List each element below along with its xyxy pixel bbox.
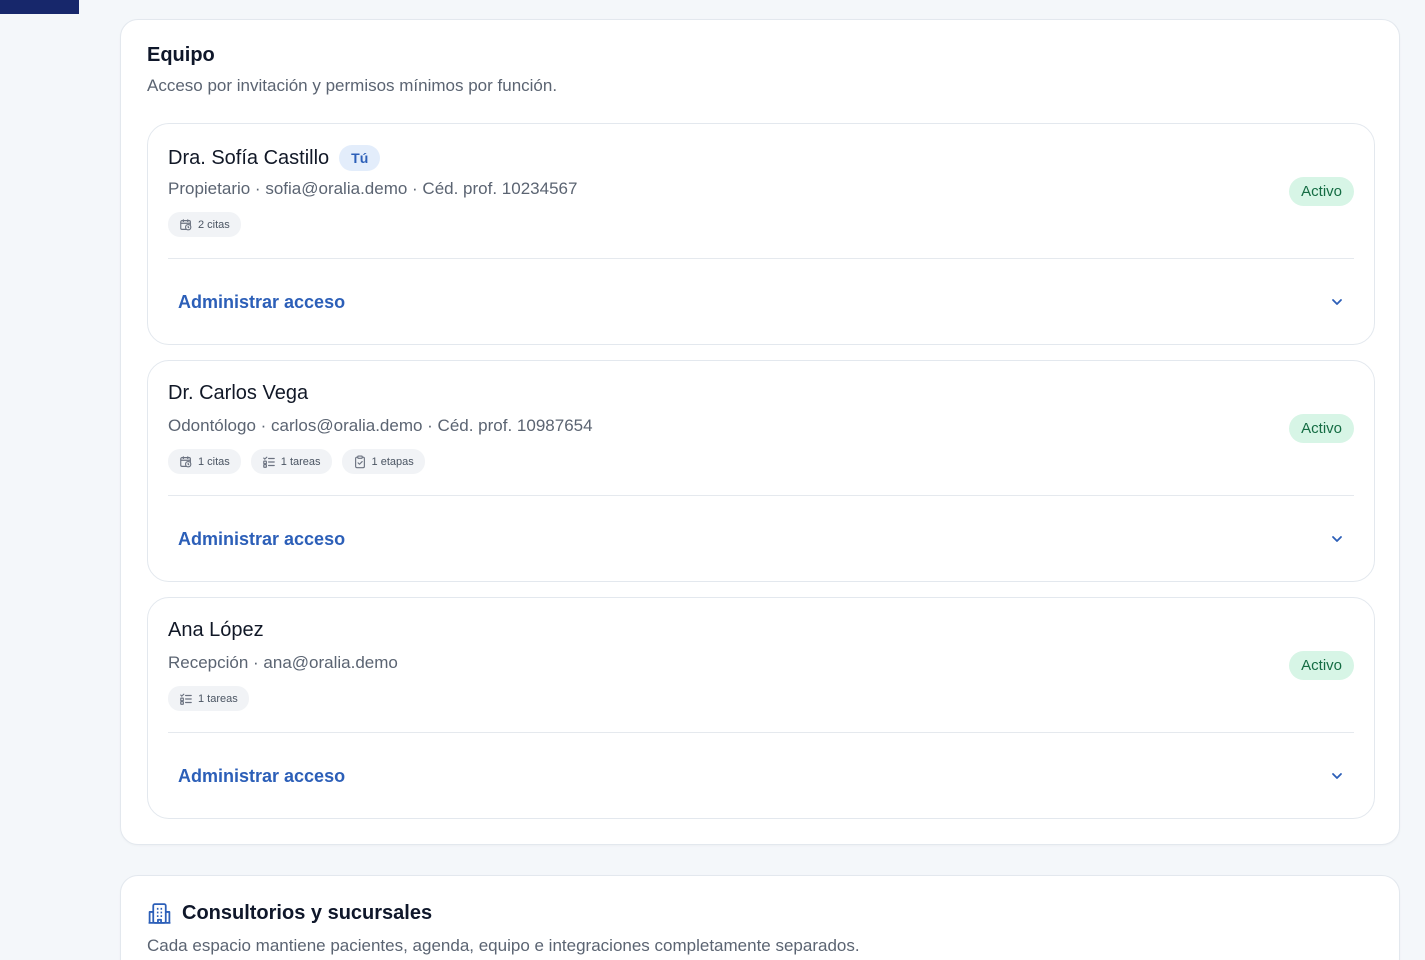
status-badge: Activo [1289,651,1354,680]
member-stats: 1 tareas [168,686,249,711]
chip-label: 1 tareas [280,455,321,468]
calendar-clock-icon [180,455,192,467]
member-name-row: Ana López [168,619,264,642]
tasks-chip: 1 tareas [168,686,249,711]
team-panel: Equipo Acceso por invitación y permisos … [120,19,1400,845]
offices-title: Consultorios y sucursales [182,902,433,924]
sidebar-edge [0,0,79,14]
member-name: Ana López [168,619,264,641]
list-check-icon [262,456,275,468]
offices-panel: Consultorios y sucursales Cada espacio m… [120,875,1400,960]
member-card: Dr. Carlos Vega Odontólogo · carlos@oral… [147,360,1375,582]
chevron-down-icon [1330,532,1344,546]
appointments-chip: 1 citas [168,449,241,474]
chip-label: 1 citas [198,455,230,468]
member-meta: Odontólogo · carlos@oralia.demo · Céd. p… [168,416,593,435]
member-name-row: Dra. Sofía Castillo Tú [168,145,381,171]
manage-access-toggle[interactable]: Administrar acceso [168,259,1354,345]
member-meta: Propietario · sofia@oralia.demo · Céd. p… [168,179,578,198]
member-name: Dra. Sofía Castillo [168,146,330,169]
status-badge: Activo [1289,414,1354,443]
team-title: Equipo [147,44,215,66]
manage-access-label: Administrar acceso [178,291,346,312]
tasks-chip: 1 tareas [250,449,332,474]
calendar-clock-icon [180,218,192,230]
stages-chip: 1 etapas [341,449,425,474]
status-badge: Activo [1289,177,1354,206]
appointments-chip: 2 citas [168,212,241,237]
chip-label: 2 citas [198,218,230,231]
manage-access-label: Administrar acceso [178,765,346,786]
offices-header: Consultorios y sucursales [147,901,432,926]
chevron-down-icon [1330,295,1344,309]
member-name-row: Dr. Carlos Vega [168,382,308,405]
manage-access-toggle[interactable]: Administrar acceso [168,496,1354,582]
member-card: Ana López Recepción · ana@oralia.demo 1 … [147,597,1375,819]
member-name: Dr. Carlos Vega [168,382,309,404]
manage-access-toggle[interactable]: Administrar acceso [168,733,1354,819]
member-stats: 1 citas 1 tareas 1 etapas [168,449,425,474]
member-stats: 2 citas [168,212,241,237]
offices-subtitle: Cada espacio mantiene pacientes, agenda,… [147,936,860,955]
list-check-icon [180,693,192,705]
clipboard-check-icon [354,454,365,468]
team-subtitle: Acceso por invitación y permisos mínimos… [147,76,558,95]
chip-label: 1 etapas [371,455,414,468]
member-card: Dra. Sofía Castillo Tú Propietario · sof… [147,123,1375,345]
manage-access-label: Administrar acceso [178,528,346,549]
member-meta: Recepción · ana@oralia.demo [168,653,398,672]
you-badge: Tú [339,145,381,171]
chevron-down-icon [1330,769,1344,783]
building-icon [148,903,171,924]
chip-label: 1 tareas [198,692,238,705]
